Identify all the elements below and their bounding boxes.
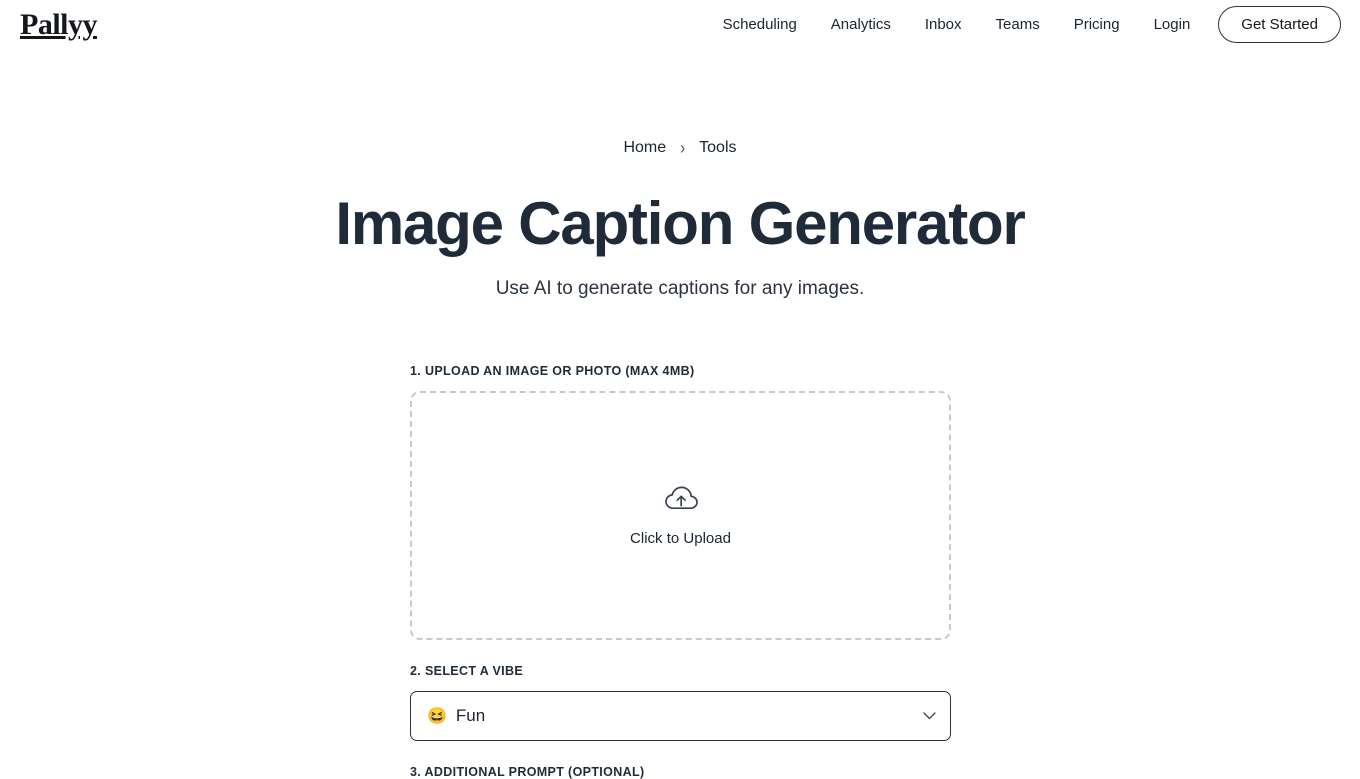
main-navigation: Scheduling Analytics Inbox Teams Pricing… <box>706 6 1341 43</box>
upload-field-label: 1. Upload an image or photo (max 4MB) <box>410 364 695 378</box>
breadcrumb-item-tools[interactable]: Tools <box>699 139 736 157</box>
vibe-select-wrapper: 😆 Fun <box>410 691 951 741</box>
vibe-select[interactable]: 😆 Fun <box>410 691 951 741</box>
nav-item-scheduling[interactable]: Scheduling <box>706 6 814 43</box>
upload-field-block: 1. Upload an image or photo (max 4MB) Cl… <box>410 364 951 640</box>
nav-item-pricing[interactable]: Pricing <box>1057 6 1137 43</box>
caption-generator-form: 1. Upload an image or photo (max 4MB) Cl… <box>410 364 951 779</box>
prompt-field-label: 3. Additional prompt (optional) <box>410 765 645 779</box>
hero-section: Image Caption Generator Use AI to genera… <box>0 190 1360 300</box>
vibe-emoji-icon: 😆 <box>427 708 447 725</box>
prompt-field-block: 3. Additional prompt (optional) <box>410 765 951 779</box>
breadcrumb: Home › Tools <box>0 137 1360 159</box>
site-header: Pallyy Scheduling Analytics Inbox Teams … <box>0 0 1360 60</box>
nav-item-teams[interactable]: Teams <box>979 6 1057 43</box>
logo[interactable]: Pallyy <box>20 8 98 42</box>
nav-item-login[interactable]: Login <box>1137 6 1208 43</box>
vibe-field-label: 2. Select a vibe <box>410 664 524 678</box>
get-started-button[interactable]: Get Started <box>1218 6 1341 43</box>
breadcrumb-item-home[interactable]: Home <box>623 139 666 157</box>
vibe-selected-value: Fun <box>455 706 486 725</box>
page-title: Image Caption Generator <box>335 190 1025 257</box>
nav-item-analytics[interactable]: Analytics <box>814 6 908 43</box>
nav-item-inbox[interactable]: Inbox <box>908 6 979 43</box>
chevron-right-icon: › <box>680 137 686 159</box>
image-upload-dropzone[interactable]: Click to Upload <box>410 391 951 640</box>
vibe-field-block: 2. Select a vibe 😆 Fun <box>410 664 951 741</box>
upload-cta-text: Click to Upload <box>630 529 731 547</box>
cloud-upload-icon <box>664 485 698 513</box>
page-subtitle: Use AI to generate captions for any imag… <box>495 278 865 300</box>
